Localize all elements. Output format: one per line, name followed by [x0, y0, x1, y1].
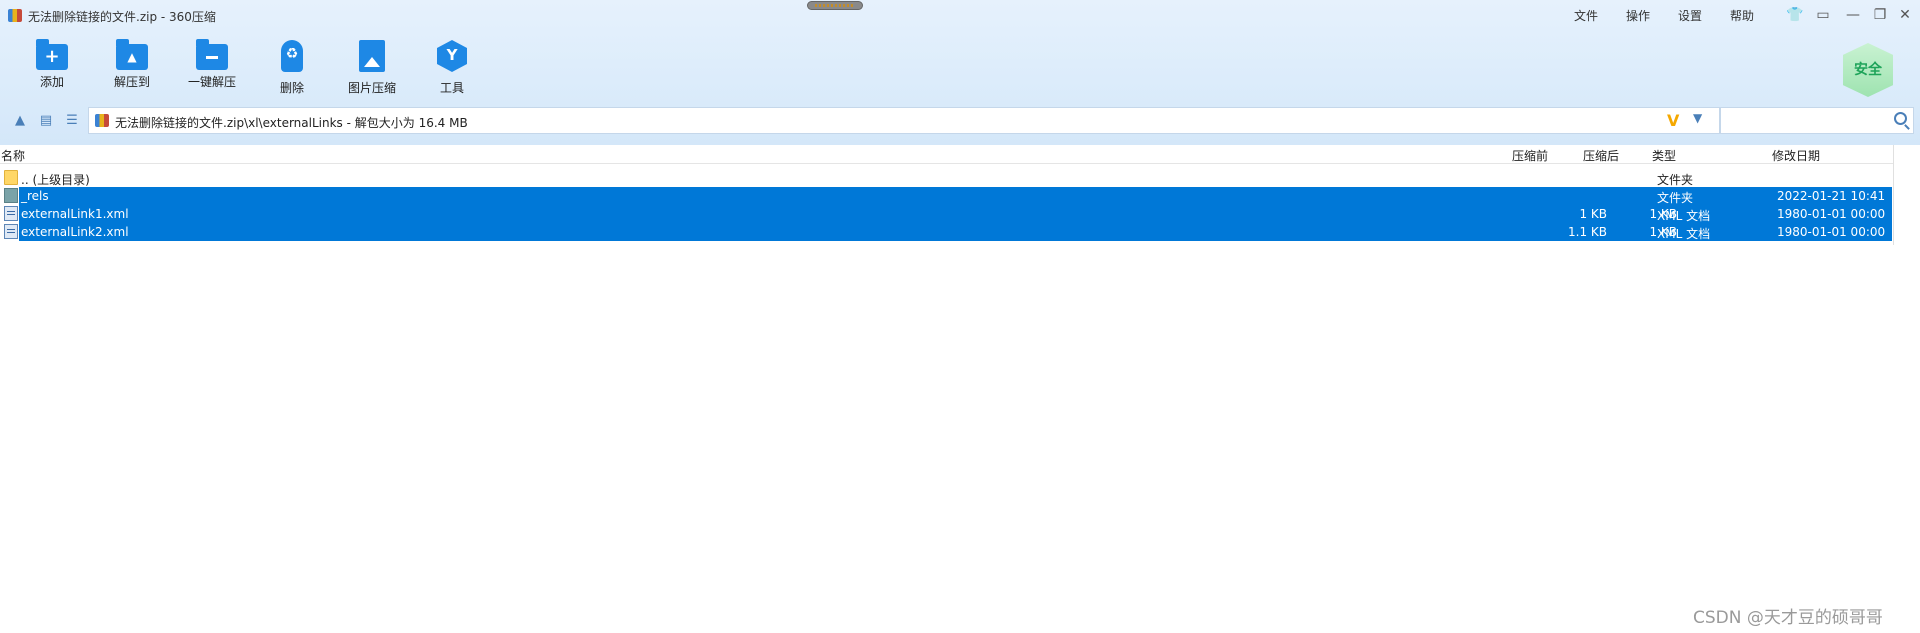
row-modified: 1980-01-01 00:00	[1777, 207, 1886, 221]
row-before: 1 KB	[1579, 207, 1607, 221]
archive-icon	[95, 114, 109, 127]
menu-operate[interactable]: 操作	[1626, 7, 1650, 24]
folder-add-icon	[36, 39, 68, 70]
app-icon	[8, 9, 22, 22]
row-type: 文件夹	[1657, 191, 1694, 205]
list-item[interactable]: .. (上级目录) 文件夹	[0, 169, 1894, 187]
thumbnail-view-icon[interactable]: ▤	[38, 113, 54, 129]
address-path: 无法删除链接的文件.zip\xl\externalLinks - 解包大小为 1…	[115, 116, 468, 130]
row-name: externalLink1.xml	[21, 207, 129, 221]
add-label: 添加	[39, 75, 64, 89]
recycle-bin-icon	[281, 40, 303, 72]
header-divider	[0, 163, 1894, 164]
add-button[interactable]: 添加	[20, 39, 84, 90]
chevron-down-icon[interactable]: ▼	[1693, 111, 1702, 125]
skin-icon[interactable]: 👕	[1785, 6, 1805, 24]
one-click-extract-button[interactable]: 一键解压	[180, 39, 244, 90]
image-compress-button[interactable]: 图片压缩	[340, 40, 404, 96]
delete-label: 删除	[279, 81, 304, 95]
tools-button[interactable]: 工具	[420, 40, 484, 96]
address-bar[interactable]: 无法删除链接的文件.zip\xl\externalLinks - 解包大小为 1…	[88, 107, 1720, 134]
image-zip-icon	[359, 40, 385, 72]
menu-settings[interactable]: 设置	[1678, 7, 1702, 24]
menu-file[interactable]: 文件	[1574, 7, 1598, 24]
feedback-icon[interactable]: ▭	[1813, 6, 1833, 24]
row-before: 1.1 KB	[1568, 225, 1607, 239]
row-name: .. (上级目录)	[21, 173, 90, 187]
search-box[interactable]	[1720, 107, 1914, 134]
row-modified: 2022-01-21 10:41	[1777, 189, 1886, 203]
search-input[interactable]	[1721, 108, 1881, 133]
window-title: 无法删除链接的文件.zip - 360压缩	[28, 10, 216, 24]
xml-file-icon	[4, 206, 18, 221]
list-view-icon[interactable]: ☰	[64, 113, 80, 129]
folder-quick-extract-icon	[196, 39, 228, 70]
column-type[interactable]: 类型	[1652, 147, 1676, 164]
delete-button[interactable]: 删除	[260, 40, 324, 96]
tools-label: 工具	[439, 81, 464, 95]
list-edge	[1893, 145, 1894, 245]
row-type: 文件夹	[1657, 173, 1694, 187]
one-click-extract-label: 一键解压	[187, 75, 236, 89]
toolbox-icon	[437, 40, 467, 72]
title-bar: 无法删除链接的文件.zip - 360压缩 文件 操作 设置 帮助 👕 ▭ — …	[0, 0, 1920, 30]
xml-file-icon	[4, 224, 18, 239]
v-mark-icon[interactable]: V	[1667, 111, 1679, 130]
folder-icon	[4, 188, 18, 203]
watermark: CSDN @天才豆的硕哥哥	[1693, 608, 1883, 628]
row-modified: 1980-01-01 00:00	[1777, 225, 1886, 239]
row-type: XML 文档	[1657, 209, 1711, 223]
extract-to-label: 解压到	[113, 75, 150, 89]
column-before[interactable]: 压缩前	[1512, 147, 1548, 164]
list-item[interactable]	[0, 205, 19, 223]
column-after[interactable]: 压缩后	[1583, 147, 1619, 164]
close-icon[interactable]: ✕	[1895, 6, 1915, 24]
drag-handle[interactable]	[807, 1, 863, 10]
image-compress-label: 图片压缩	[347, 81, 396, 95]
extract-to-button[interactable]: 解压到	[100, 39, 164, 90]
search-icon[interactable]	[1894, 112, 1907, 125]
row-type: XML 文档	[1657, 227, 1711, 241]
row-name: _rels	[21, 189, 49, 203]
column-name[interactable]: 名称	[1, 147, 25, 164]
minimize-icon[interactable]: —	[1843, 6, 1863, 24]
folder-yellow-icon	[4, 170, 18, 185]
menu-help[interactable]: 帮助	[1730, 7, 1754, 24]
folder-extract-icon	[116, 39, 148, 70]
restore-icon[interactable]: ❐	[1870, 6, 1890, 24]
list-item-selected[interactable]: _rels 文件夹 2022-01-21 10:41	[19, 187, 1892, 205]
column-modified[interactable]: 修改日期	[1772, 147, 1820, 164]
list-item[interactable]	[0, 223, 19, 241]
list-item-selected[interactable]: externalLink2.xml 1.1 KB 1 KB XML 文档 198…	[19, 223, 1892, 241]
up-arrow-icon[interactable]: ▲	[12, 113, 28, 129]
list-item-selected[interactable]: externalLink1.xml 1 KB 1 KB XML 文档 1980-…	[19, 205, 1892, 223]
row-name: externalLink2.xml	[21, 225, 129, 239]
